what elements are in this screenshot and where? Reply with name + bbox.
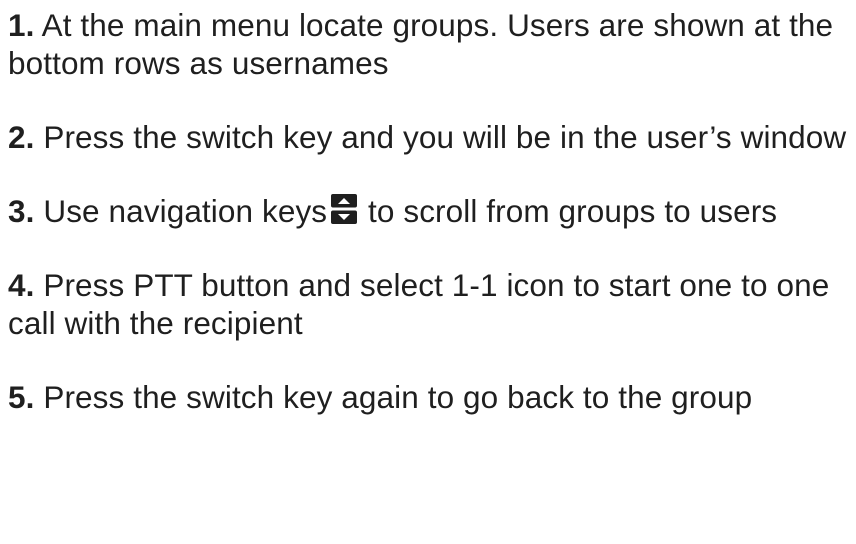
instruction-steps: 1. At the main menu locate groups. Users… [8,6,853,416]
step-4: 4. Press PTT button and select 1-1 icon … [8,266,853,342]
up-down-navigation-icon [331,194,358,224]
step-3: 3. Use navigation keys to scroll from gr… [8,192,853,230]
step-text: Press PTT button and select 1-1 icon to … [8,267,830,341]
step-text-after-icon: to scroll from groups to users [368,193,778,229]
step-1: 1. At the main menu locate groups. Users… [8,6,853,82]
step-5: 5. Press the switch key again to go back… [8,378,853,416]
step-text-before-icon: Use navigation keys [43,193,328,229]
step-number: 1. [8,7,35,43]
step-number: 4. [8,267,35,303]
step-number: 2. [8,119,35,155]
step-text: Press the switch key and you will be in … [43,119,847,155]
step-number: 5. [8,379,35,415]
step-2: 2. Press the switch key and you will be … [8,118,853,156]
step-text: Press the switch key again to go back to… [43,379,753,415]
step-text: At the main menu locate groups. Users ar… [8,7,834,81]
step-number: 3. [8,193,35,229]
